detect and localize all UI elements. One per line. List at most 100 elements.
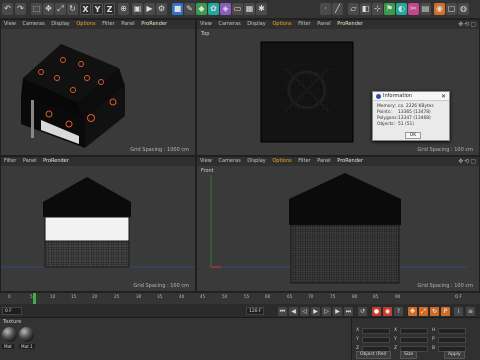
uv-mode-icon[interactable]: ◧ [360, 3, 371, 15]
timeline-ruler[interactable]: 0 5 10 15 20 25 30 35 40 45 50 55 60 65 … [0, 292, 480, 305]
axis-z-button[interactable]: Z [104, 3, 115, 15]
material-name[interactable]: Mat [2, 344, 14, 349]
previous-key-icon[interactable]: ◀ [289, 307, 298, 316]
array-icon[interactable]: ✿ [208, 3, 219, 15]
front-scene [210, 173, 467, 284]
info-label: Objects: [377, 122, 396, 127]
rotation-h-field[interactable] [438, 328, 466, 334]
main-toolbar: ↶ ↷ ⬚ ✥ ⤢ ↻ X Y Z ⊕ ▣ ▶ ⚙ ■ ✎ ◆ ✿ ◈ ▭ ▦ … [0, 0, 480, 19]
viewport-front[interactable]: View Cameras Display Options Filter Pane… [196, 156, 480, 292]
rotation-p-field[interactable] [438, 337, 466, 343]
timeline-tick: 60 [265, 294, 271, 299]
undo-icon[interactable]: ↶ [2, 3, 13, 15]
light-icon[interactable]: ✱ [256, 3, 267, 15]
go-to-start-icon[interactable]: ⏮ [278, 307, 287, 316]
info-label: Points: [377, 110, 392, 115]
apply-button[interactable]: Apply [444, 351, 465, 359]
rotation-key-icon[interactable]: ↻ [430, 307, 439, 316]
right-scene [1, 177, 195, 268]
dialog-title: Information [383, 93, 412, 99]
go-to-end-icon[interactable]: ⏭ [344, 307, 353, 316]
select-tool-icon[interactable]: ⬚ [31, 3, 42, 15]
sculpt-icon[interactable]: ◍ [458, 3, 469, 15]
move-tool-icon[interactable]: ✥ [43, 3, 54, 15]
lock-workplane-icon[interactable]: ✂ [408, 3, 419, 15]
render-icon[interactable]: ▶ [144, 3, 155, 15]
position-key-icon[interactable]: ✥ [408, 307, 417, 316]
timeline-tick: 25 [114, 294, 120, 299]
timeline-tick: 10 [50, 294, 56, 299]
coord-axis-label: Y [394, 337, 397, 342]
pen-icon[interactable]: ✎ [184, 3, 195, 15]
timeline-tick: 45 [200, 294, 206, 299]
point-level-icon[interactable]: ⁞ [454, 307, 463, 316]
grid-icon[interactable]: ▤ [420, 3, 431, 15]
tent-front-wall [290, 224, 400, 284]
info-value: ca. 2226 KBytes [398, 104, 434, 109]
enable-axis-icon[interactable]: ⊹ [372, 3, 383, 15]
timeline-tick: 90 [395, 294, 401, 299]
previous-frame-icon[interactable]: ◁ [300, 307, 309, 316]
axis-y-button[interactable]: Y [92, 3, 103, 15]
render-settings-icon[interactable]: ⚙ [156, 3, 167, 15]
loop-icon[interactable]: ↺ [358, 307, 367, 316]
info-value: 51 (51) [398, 122, 414, 127]
keyframe-selection-icon[interactable]: ? [394, 307, 403, 316]
tent-perspective [21, 44, 125, 148]
redo-icon[interactable]: ↷ [15, 3, 26, 15]
current-frame-field[interactable]: 0 F [2, 307, 22, 315]
timeline-tick: 70 [308, 294, 314, 299]
coord-row: X X H [356, 328, 476, 335]
size-mode-dropdown[interactable]: Size [400, 351, 418, 359]
coord-axis-label: Z [394, 346, 398, 351]
cube-icon[interactable]: ■ [172, 3, 183, 15]
camera-icon[interactable]: ▦ [244, 3, 255, 15]
play-icon[interactable]: ▶ [311, 307, 320, 316]
next-frame-icon[interactable]: ▷ [322, 307, 331, 316]
timeline-menu-icon[interactable]: ≡ [466, 307, 475, 316]
viewport-perspective[interactable]: View Cameras Display Options Filter Pane… [0, 19, 196, 156]
record-icon[interactable]: ● [372, 307, 381, 316]
polygons-mode-icon[interactable]: ▱ [348, 3, 359, 15]
position-y-field[interactable] [362, 337, 390, 343]
deformer-icon[interactable]: ◈ [220, 3, 231, 15]
size-y-field[interactable] [400, 337, 428, 343]
max-frame-field[interactable]: 120 F [246, 307, 264, 315]
coordinate-mode-dropdown[interactable]: Object (Rel) [356, 351, 391, 359]
size-x-field[interactable] [400, 328, 428, 334]
parameter-key-icon[interactable]: P [441, 307, 450, 316]
layout-icon[interactable]: ◉ [434, 3, 445, 15]
frame-icon[interactable]: ▢ [446, 3, 457, 15]
timeline-tick: 0 [8, 294, 11, 299]
scale-key-icon[interactable]: ⤢ [419, 307, 428, 316]
snap-icon[interactable]: ⚑ [384, 3, 395, 15]
position-x-field[interactable] [362, 328, 390, 334]
info-value: 13365 (13478) [398, 110, 431, 115]
rotate-tool-icon[interactable]: ↻ [67, 3, 78, 15]
grid-spacing-label: Grid Spacing : 100 cm [133, 283, 189, 289]
material-menu-texture[interactable]: Texture [3, 319, 21, 325]
ok-button[interactable]: OK [405, 132, 421, 139]
scale-tool-icon[interactable]: ⤢ [55, 3, 66, 15]
timeline-tick: 15 [71, 294, 77, 299]
edges-mode-icon[interactable]: ╱ [332, 3, 343, 15]
close-icon[interactable]: ✕ [441, 92, 446, 101]
material-preview[interactable] [19, 327, 34, 342]
points-mode-icon[interactable]: · [320, 3, 331, 15]
perspective-scene [21, 44, 125, 148]
next-key-icon[interactable]: ▶ [333, 307, 342, 316]
material-preview[interactable] [2, 327, 17, 342]
viewport-right[interactable]: Filter Panel ProRender Grid Spacing : 10… [0, 156, 196, 292]
autokey-icon[interactable]: ◉ [383, 307, 392, 316]
workplane-icon[interactable]: ◐ [396, 3, 407, 15]
subdivision-icon[interactable]: ◆ [196, 3, 207, 15]
render-view-icon[interactable]: ▣ [132, 3, 143, 15]
tent-front-roof [289, 173, 401, 225]
coordinate-system-icon[interactable]: ⊕ [118, 3, 129, 15]
material-name[interactable]: Mat.1 [19, 344, 35, 349]
coord-axis-label: Y [356, 337, 359, 342]
floor-icon[interactable]: ▭ [232, 3, 243, 15]
coord-axis-label: X [394, 328, 398, 333]
coord-row: Y Y P [356, 337, 476, 344]
axis-x-button[interactable]: X [80, 3, 91, 15]
